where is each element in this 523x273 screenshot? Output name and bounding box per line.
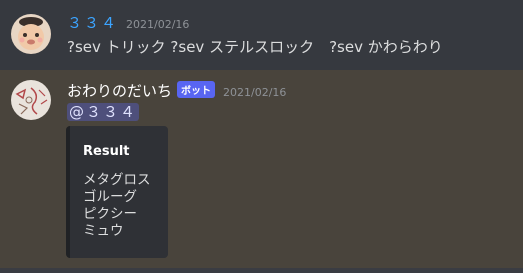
message-header: ３３４ 2021/02/16 (67, 12, 189, 33)
bot-tag: ボット (177, 81, 216, 98)
result-embed: Result メタグロス ゴルーグ ピクシー ミュウ (66, 126, 168, 258)
message-content: @３３４ (67, 101, 140, 122)
timestamp: 2021/02/16 (126, 18, 190, 31)
message-header: おわりのだいち ボット 2021/02/16 (67, 80, 286, 101)
embed-line: ゴルーグ (83, 189, 137, 205)
timestamp: 2021/02/16 (223, 86, 287, 99)
embed-line: ピクシー (83, 206, 137, 222)
embed-body: メタグロス ゴルーグ ピクシー ミュウ (83, 172, 151, 240)
user-mention[interactable]: @３３４ (67, 103, 140, 121)
divider (0, 268, 523, 273)
cat-avatar-icon (11, 14, 51, 54)
embed-line: メタグロス (83, 172, 151, 188)
bot-avatar[interactable] (11, 80, 51, 120)
sketch-avatar-icon (11, 80, 51, 120)
username[interactable]: ３３４ (67, 12, 118, 33)
user-avatar[interactable] (11, 14, 51, 54)
message-2: おわりのだいち ボット 2021/02/16 @３３４ Result メタグロス… (0, 70, 523, 268)
embed-line: ミュウ (83, 223, 124, 239)
embed-title: Result (83, 144, 130, 159)
message-content: ?sev トリック ?sev ステルスロック ?sev かわらわり (67, 38, 443, 56)
message-1: ３３４ 2021/02/16 ?sev トリック ?sev ステルスロック ?s… (0, 0, 523, 70)
bot-username[interactable]: おわりのだいち (67, 80, 172, 101)
